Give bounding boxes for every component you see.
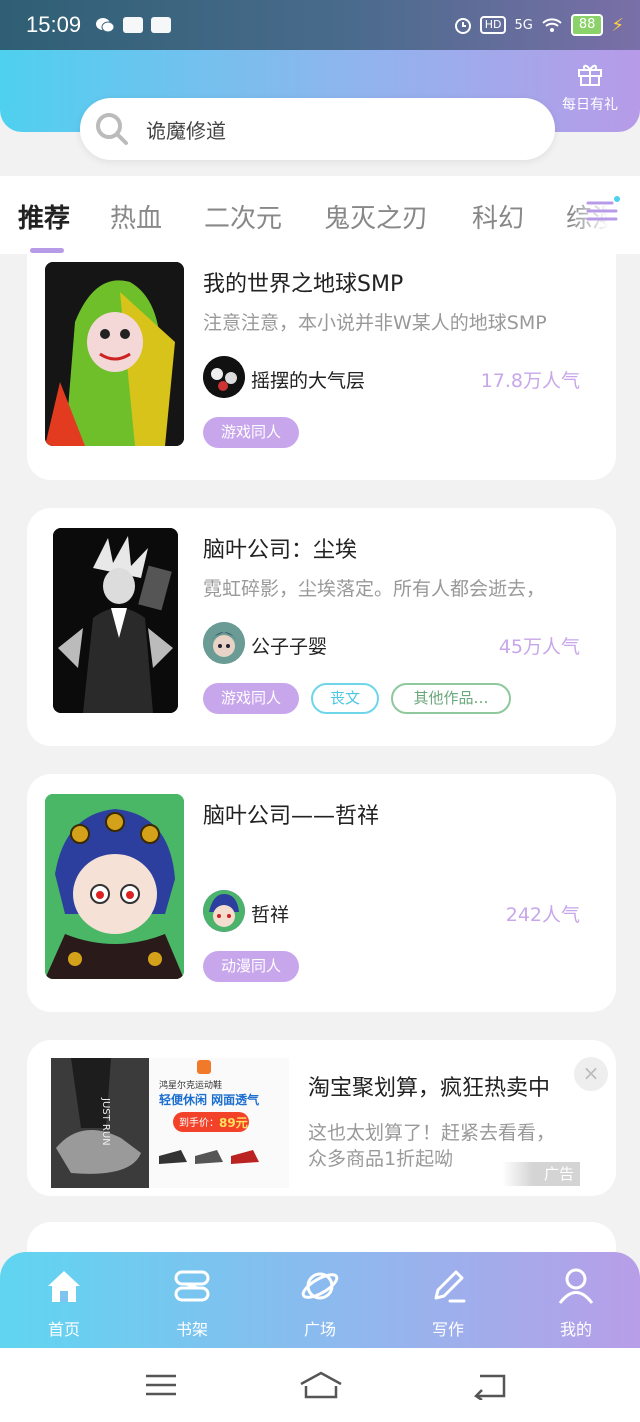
status-indicators: HD 5G 88 ⚡ xyxy=(454,14,624,36)
gift-icon xyxy=(578,64,602,86)
author-name[interactable]: 公子子婴 xyxy=(251,632,327,659)
genre-tag[interactable]: 游戏同人 xyxy=(203,417,299,448)
avatar[interactable] xyxy=(203,622,245,664)
search-placeholder: 诡魔修道 xyxy=(146,118,226,143)
pen-icon xyxy=(434,1270,466,1303)
search-bar[interactable]: 诡魔修道 xyxy=(80,98,555,160)
book-card[interactable]: 脑叶公司——哲祥 哲祥 242人气 动漫同人 xyxy=(27,774,616,1012)
popularity-count: 17.8万人气 xyxy=(480,370,580,392)
book-card[interactable]: 脑叶公司：尘埃 霓虹碎影，尘埃落定。所有人都会逝去， 公子子婴 45万人气 游戏… xyxy=(27,508,616,746)
avatar[interactable] xyxy=(203,356,245,398)
nav-label: 写作 xyxy=(431,1320,464,1339)
ad-card[interactable]: JUST RUN 鸿星尔克运动鞋 轻便休闲 网面透气 到手价： 89元 淘宝聚划… xyxy=(27,1040,616,1196)
status-bar: 15:09 HD 5G 88 ⚡ xyxy=(0,0,640,50)
author-name[interactable]: 摇摆的大气层 xyxy=(251,366,365,393)
nav-square[interactable]: 广场 xyxy=(275,1266,365,1340)
active-tab-indicator xyxy=(30,248,64,253)
daily-gift-button[interactable]: 每日有礼 xyxy=(558,62,622,114)
nav-label: 广场 xyxy=(303,1320,336,1339)
status-app-icons xyxy=(95,16,172,34)
home-button-icon[interactable] xyxy=(298,1370,344,1400)
avatar-image xyxy=(203,356,245,398)
book-title: 我的世界之地球SMP xyxy=(203,272,404,297)
genre-tag[interactable]: 丧文 xyxy=(311,683,379,714)
ad-image-side-text: JUST RUN xyxy=(100,1097,111,1146)
bookshelf-icon xyxy=(174,1270,210,1302)
book-description: 注意注意，本小说并非W某人的地球SMP xyxy=(203,312,547,334)
genre-tag[interactable]: 游戏同人 xyxy=(203,683,299,714)
ad-image-headline: 轻便休闲 网面透气 xyxy=(159,1092,259,1107)
charging-icon: ⚡ xyxy=(611,14,624,36)
book-cover-art xyxy=(45,262,184,446)
bottom-navigation: 首页 书架 广场 写作 我的 xyxy=(0,1252,640,1348)
gift-label: 每日有礼 xyxy=(562,97,618,113)
battery-indicator: 88 xyxy=(570,14,604,36)
ad-close-button[interactable]: × xyxy=(574,1057,608,1091)
hd-indicator: HD xyxy=(479,16,507,34)
book-cover xyxy=(53,528,178,713)
popularity-count: 45万人气 xyxy=(498,636,580,658)
book-cover xyxy=(45,262,184,446)
book-title: 脑叶公司——哲祥 xyxy=(203,804,380,829)
wechat-icon xyxy=(96,18,115,33)
ad-image: JUST RUN 鸿星尔克运动鞋 轻便休闲 网面透气 到手价： 89元 xyxy=(51,1058,289,1188)
ad-image-price-label: 到手价： xyxy=(179,1116,219,1129)
ad-image-brand: 鸿星尔克运动鞋 xyxy=(159,1079,222,1091)
app-icon xyxy=(151,17,172,33)
book-cover-art xyxy=(53,528,178,713)
status-time: 15:09 xyxy=(26,12,82,37)
genre-tag[interactable]: 动漫同人 xyxy=(203,951,299,982)
avatar[interactable] xyxy=(203,890,245,932)
nav-home[interactable]: 首页 xyxy=(19,1266,109,1340)
menu-icon[interactable] xyxy=(142,1370,182,1400)
book-cover xyxy=(45,794,184,979)
tab-recommend[interactable]: 推荐 xyxy=(18,198,70,235)
book-card[interactable]: 我的世界之地球SMP 注意注意，本小说并非W某人的地球SMP 摇摆的大气层 17… xyxy=(27,254,616,480)
book-cover-art xyxy=(45,794,184,979)
genre-tag[interactable]: 其他作品… xyxy=(391,683,511,714)
search-icon xyxy=(96,113,128,145)
book-title: 脑叶公司：尘埃 xyxy=(203,538,358,563)
nav-label: 我的 xyxy=(559,1320,592,1339)
book-description: 霓虹碎影，尘埃落定。所有人都会逝去， xyxy=(203,578,546,600)
alarm-icon xyxy=(454,18,471,34)
tab-hot-blood[interactable]: 热血 xyxy=(110,198,162,235)
home-icon xyxy=(48,1271,80,1302)
avatar-image xyxy=(203,890,245,932)
wifi-icon xyxy=(542,18,562,32)
category-menu-icon[interactable] xyxy=(586,195,620,225)
avatar-image xyxy=(203,622,245,664)
tab-anime[interactable]: 二次元 xyxy=(204,198,282,235)
nav-profile[interactable]: 我的 xyxy=(531,1266,621,1340)
nav-label: 书架 xyxy=(175,1320,208,1339)
ad-title: 淘宝聚划算，疯狂热卖中 xyxy=(308,1076,551,1101)
ad-image-art: JUST RUN 鸿星尔克运动鞋 轻便休闲 网面透气 到手价： 89元 xyxy=(51,1058,289,1188)
mail-icon xyxy=(123,17,144,33)
user-icon xyxy=(558,1268,594,1304)
system-navigation xyxy=(0,1348,640,1422)
nav-label: 首页 xyxy=(47,1320,80,1339)
tab-scifi[interactable]: 科幻 xyxy=(472,198,524,235)
planet-icon xyxy=(301,1272,339,1300)
category-tabs: 推荐 热血 二次元 鬼灭之刃 科幻 综漫 xyxy=(0,176,640,254)
nav-write[interactable]: 写作 xyxy=(403,1266,493,1340)
ad-image-price: 89元 xyxy=(219,1116,248,1130)
back-icon[interactable] xyxy=(470,1370,510,1400)
tab-demon-slayer[interactable]: 鬼灭之刃 xyxy=(324,198,428,235)
nav-bookshelf[interactable]: 书架 xyxy=(147,1266,237,1340)
ad-badge: 广告 xyxy=(502,1162,580,1186)
popularity-count: 242人气 xyxy=(505,904,580,926)
author-name[interactable]: 哲祥 xyxy=(251,900,289,927)
network-indicator: 5G xyxy=(514,17,533,33)
